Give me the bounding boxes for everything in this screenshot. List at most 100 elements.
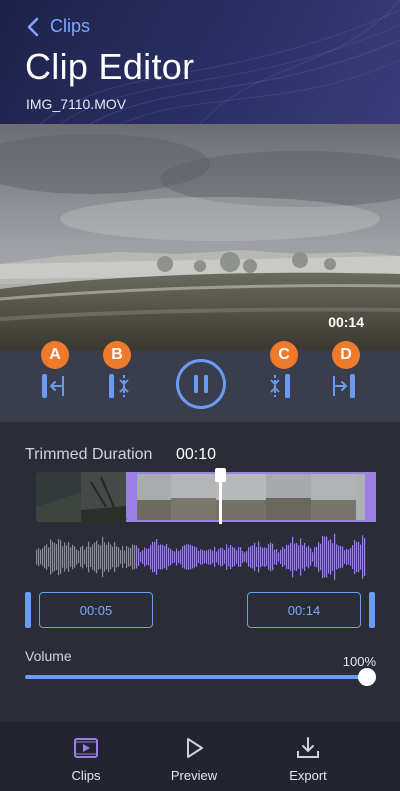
waveform-bar — [278, 552, 280, 562]
clips-icon — [74, 738, 98, 758]
waveform-bar — [220, 547, 222, 567]
waveform-bar — [244, 552, 246, 562]
waveform-bar — [46, 544, 48, 570]
waveform-bar — [62, 546, 64, 568]
waveform-bar — [332, 543, 334, 571]
waveform-bar — [38, 547, 40, 567]
start-time-field[interactable]: 00:05 — [39, 592, 153, 628]
waveform-bar — [304, 543, 306, 571]
waveform-bar — [254, 542, 256, 572]
waveform-bar — [74, 546, 76, 568]
waveform-bar — [246, 551, 248, 563]
waveform-bar — [316, 546, 318, 568]
waveform-bar — [288, 544, 290, 570]
tab-preview[interactable]: Preview — [154, 736, 234, 783]
trim-panel: Trimmed Duration 00:10 00:05 00:14 Volum… — [0, 422, 400, 722]
waveform-bar — [250, 546, 252, 568]
waveform-bar — [238, 546, 240, 568]
pause-icon — [194, 375, 208, 393]
waveform-bar — [264, 547, 266, 567]
waveform-bar — [322, 535, 324, 579]
waveform-bar — [274, 549, 276, 565]
waveform-bar — [188, 544, 190, 570]
tab-export-label: Export — [289, 768, 327, 783]
pause-button[interactable] — [176, 359, 226, 409]
waveform-bar — [56, 544, 58, 570]
waveform-bar — [192, 545, 194, 569]
trim-end-button[interactable] — [330, 371, 360, 401]
waveform-bar — [196, 547, 198, 567]
waveform-bar — [224, 550, 226, 564]
waveform-bar — [268, 544, 270, 570]
range-start-marker[interactable] — [25, 592, 31, 628]
waveform-bar — [154, 541, 156, 573]
volume-slider-knob[interactable] — [358, 668, 376, 686]
split-start-button[interactable] — [104, 371, 134, 401]
waveform-bar — [180, 549, 182, 565]
trimmed-duration-value: 00:10 — [176, 446, 217, 463]
waveform-bar — [286, 544, 288, 570]
video-preview[interactable]: 00:14 — [0, 124, 400, 350]
trim-handle-right[interactable] — [365, 472, 376, 522]
waveform-bar — [186, 544, 188, 570]
waveform-bar — [150, 544, 152, 570]
waveform-bar — [156, 539, 158, 575]
page-title: Clip Editor — [25, 46, 195, 87]
waveform-bar — [68, 542, 70, 572]
waveform-bar — [184, 545, 186, 569]
badge-c: C — [270, 341, 298, 369]
waveform-bar — [204, 550, 206, 564]
waveform-bar — [144, 547, 146, 567]
waveform-bar — [222, 548, 224, 566]
waveform-bar — [340, 545, 342, 569]
back-label: Clips — [50, 16, 91, 36]
waveform-bar — [258, 541, 260, 573]
waveform-bar — [100, 545, 102, 569]
waveform-bar — [200, 549, 202, 565]
waveform-bar — [176, 548, 178, 566]
video-timestamp: 00:14 — [328, 314, 364, 330]
back-button[interactable]: Clips — [26, 16, 90, 37]
waveform-bar — [48, 547, 50, 567]
waveform-bar — [292, 536, 294, 578]
trimmed-duration-label: Trimmed Duration — [25, 446, 153, 463]
waveform-bar — [126, 546, 128, 568]
volume-slider-track[interactable] — [25, 675, 367, 679]
waveform-bar — [168, 547, 170, 567]
waveform-bar — [138, 548, 140, 566]
waveform-bar — [208, 549, 210, 565]
playhead-knob[interactable] — [215, 468, 226, 482]
waveform-bar — [80, 547, 82, 567]
waveform-bar — [190, 544, 192, 570]
tab-clips-label: Clips — [71, 768, 101, 783]
waveform-bar — [318, 542, 320, 572]
tab-export[interactable]: Export — [268, 736, 348, 783]
waveform-bar — [148, 548, 150, 566]
trim-end-right-icon — [333, 374, 355, 398]
waveform-bar — [170, 548, 172, 566]
waveform-bar — [312, 552, 314, 562]
tab-clips[interactable]: Clips — [46, 736, 126, 783]
volume-label: Volume — [25, 648, 72, 664]
waveform-bar — [308, 545, 310, 569]
waveform-bar — [118, 547, 120, 567]
waveform-bar — [162, 544, 164, 570]
waveform-bar — [262, 547, 264, 567]
waveform-bar — [232, 546, 234, 568]
tab-bar: Clips Preview Export — [0, 722, 400, 791]
trim-handle-left[interactable] — [126, 472, 137, 522]
waveform-bar — [228, 547, 230, 567]
split-end-button[interactable] — [266, 371, 296, 401]
range-end-marker[interactable] — [369, 592, 375, 628]
trim-start-button[interactable] — [38, 371, 68, 401]
waveform-bar — [212, 550, 214, 564]
waveform-bar — [76, 549, 78, 565]
waveform-bar — [102, 536, 104, 578]
end-time-field[interactable]: 00:14 — [247, 592, 361, 628]
trim-selection — [126, 472, 376, 522]
waveform-bar — [106, 544, 108, 570]
waveform-bar — [98, 544, 100, 570]
waveform-bar — [330, 539, 332, 575]
waveform-bar — [54, 542, 56, 572]
waveform-bar — [172, 550, 174, 564]
